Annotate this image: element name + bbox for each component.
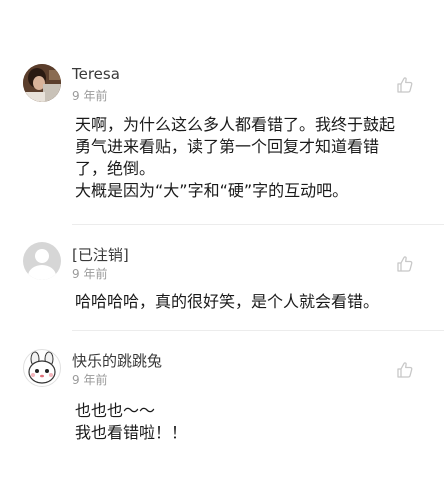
comment-line: 天啊，为什么这么多人都看错了。我终于鼓起 [75, 115, 396, 134]
avatar[interactable] [23, 64, 61, 102]
comment-time: 9 年前 [72, 373, 108, 387]
user-placeholder-icon [35, 249, 49, 263]
thumbs-up-icon[interactable] [396, 76, 414, 94]
thumbs-up-icon[interactable] [396, 255, 414, 273]
comment-username[interactable]: 快乐的跳跳兔 [72, 350, 162, 371]
comment-item: 快乐的跳跳兔 9 年前 也也也～～ 我也看错啦！！ [0, 331, 444, 485]
avatar[interactable] [23, 242, 61, 280]
comment-line: 哈哈哈哈，真的很好笑，是个人就会看错。 [75, 292, 380, 311]
comment-line: 大概是因为“大”字和“硬”字的互动吧。 [75, 181, 349, 200]
comment-line: 也也也～～ [75, 401, 156, 420]
comment-time: 9 年前 [72, 267, 108, 281]
rabbit-avatar-icon [28, 351, 56, 384]
comment-username[interactable]: [已注销] [72, 244, 129, 265]
comment-item: Teresa 9 年前 天啊，为什么这么多人都看错了。我终于鼓起 勇气进来看贴，… [0, 0, 444, 225]
avatar[interactable] [23, 349, 61, 387]
thumbs-up-icon[interactable] [396, 361, 414, 379]
comment-line: 我也看错啦！！ [75, 423, 188, 442]
comment-time: 9 年前 [72, 89, 108, 103]
comment-text: 哈哈哈哈，真的很好笑，是个人就会看错。 [75, 291, 425, 313]
user-placeholder-body [28, 265, 56, 280]
comment-line: 了，绝倒。 [75, 159, 156, 178]
comment-text: 也也也～～ 我也看错啦！！ [75, 400, 425, 444]
user-photo-icon [23, 64, 61, 102]
comment-item: [已注销] 9 年前 哈哈哈哈，真的很好笑，是个人就会看错。 [0, 225, 444, 331]
comment-line: 勇气进来看贴，读了第一个回复才知道看错 [75, 137, 380, 156]
comment-text: 天啊，为什么这么多人都看错了。我终于鼓起 勇气进来看贴，读了第一个回复才知道看错… [75, 114, 425, 202]
comment-username[interactable]: Teresa [72, 65, 120, 83]
